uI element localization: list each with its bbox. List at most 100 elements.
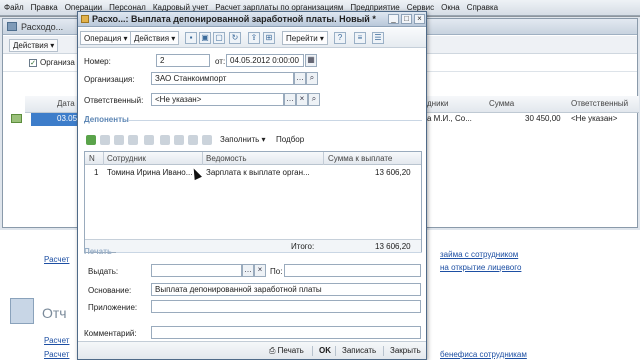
actions-menu-button[interactable]: Действия ▾ (130, 31, 180, 45)
col-date[interactable]: Дата (57, 99, 75, 108)
copy-row-icon[interactable] (100, 135, 110, 145)
close-button[interactable]: Закрыть (387, 345, 424, 356)
org-filter-checkbox[interactable]: ✓ (29, 59, 37, 67)
deponents-table-header: N Сотрудник Ведомость Сумма к выплате (85, 152, 421, 165)
end-edit-icon[interactable] (144, 135, 154, 145)
attachment-label: Приложение: (88, 303, 138, 312)
deposited-salary-payment-form: Расхо...: Выплата депонированной заработ… (77, 11, 427, 360)
printer-icon: ⎙ (269, 346, 276, 355)
column-separator (103, 152, 104, 165)
deponents-table: N Сотрудник Ведомость Сумма к выплате 1 … (84, 151, 422, 253)
row-date: 03.05 (57, 114, 78, 123)
total-label: Итого: (291, 242, 315, 251)
column-separator (202, 152, 203, 165)
post-icon[interactable]: ▣ (199, 32, 211, 44)
menu-help[interactable]: Справка (467, 3, 498, 12)
calendar-icon[interactable]: ▦ (305, 54, 317, 67)
date-label: от: (215, 57, 226, 66)
menu-edit[interactable]: Правка (31, 3, 58, 12)
posted-document-icon (11, 114, 22, 123)
list-window-title: Расходо... (21, 22, 64, 32)
move-down-icon[interactable] (174, 135, 184, 145)
based-on-icon[interactable]: ⇪ (248, 32, 260, 44)
structure-icon[interactable]: ⊞ (263, 32, 275, 44)
col-num[interactable]: N (89, 154, 95, 163)
save-icon[interactable]: ▪ (185, 32, 197, 44)
document-icon (7, 22, 17, 31)
movements-icon[interactable]: ≡ (354, 32, 366, 44)
link-open-account[interactable]: на открытие лицевого (440, 263, 521, 272)
comment-label: Комментарий: (84, 329, 137, 338)
sort-desc-icon[interactable] (202, 135, 212, 145)
issue-select-button[interactable]: … (242, 264, 254, 277)
comment-input[interactable] (151, 326, 421, 339)
col-responsible[interactable]: Ответственный (571, 99, 628, 108)
select-button[interactable]: Подбор (276, 135, 304, 144)
print-section-title: Печать (84, 247, 112, 256)
attachment-input[interactable] (151, 300, 421, 313)
help-icon[interactable]: ? (334, 32, 346, 44)
organization-input[interactable]: ЗАО Станкоимпорт (151, 72, 294, 85)
date-input[interactable]: 04.05.2012 0:00:00 (226, 54, 304, 67)
form-title: Расхо...: Выплата депонированной заработ… (92, 14, 376, 24)
button-separator (335, 346, 336, 356)
print-button[interactable]: ⎙ Печать (266, 345, 307, 357)
refresh-icon[interactable]: ↻ (229, 32, 241, 44)
col-employee[interactable]: Сотрудник (107, 154, 146, 163)
sort-asc-icon[interactable] (188, 135, 198, 145)
col-amount[interactable]: Сумма (489, 99, 514, 108)
org-filter-label: Организа (40, 58, 75, 67)
number-label: Номер: (84, 57, 111, 66)
col-statement[interactable]: Ведомость (206, 154, 247, 163)
organization-label: Организация: (84, 75, 135, 84)
list-view-icon[interactable]: ☰ (372, 32, 384, 44)
responsible-open-icon[interactable]: ⌕ (308, 93, 320, 106)
responsible-select-button[interactable]: … (284, 93, 296, 106)
edit-row-icon[interactable] (114, 135, 124, 145)
by-input[interactable] (284, 264, 421, 277)
delete-row-icon[interactable] (128, 135, 138, 145)
link-calc-1[interactable]: Расчет (44, 255, 69, 264)
col-amount[interactable]: Сумма к выплате (328, 154, 392, 163)
button-separator (383, 346, 384, 356)
save-button[interactable]: Записать (339, 345, 379, 356)
menu-windows[interactable]: Окна (441, 3, 460, 12)
number-input[interactable]: 2 (156, 54, 210, 67)
basis-label: Основание: (88, 286, 132, 295)
operation-menu-button[interactable]: Операция ▾ (80, 31, 132, 45)
row-employee: Томина Ирина Ивано... (107, 168, 193, 177)
goto-menu-button[interactable]: Перейти ▾ (282, 31, 328, 45)
responsible-input[interactable]: <Не указан> (151, 93, 284, 106)
unpost-icon[interactable]: ▢ (213, 32, 225, 44)
section-divider (116, 252, 422, 253)
issue-clear-icon[interactable]: × (254, 264, 266, 277)
move-up-icon[interactable] (160, 135, 170, 145)
row-statement: Зарплата к выплате орган... (206, 168, 310, 177)
table-row[interactable]: 1 Томина Ирина Ивано... Зарплата к выпла… (85, 166, 421, 179)
list-actions-button[interactable]: Действия ▾ (9, 39, 59, 52)
basis-input[interactable]: Выплата депонированной заработной платы (151, 283, 421, 296)
ok-button[interactable]: OK (316, 345, 334, 356)
link-calc-3[interactable]: Расчет (44, 350, 69, 359)
issue-input[interactable] (151, 264, 242, 277)
organization-open-icon[interactable]: ⌕ (306, 72, 318, 85)
organization-select-button[interactable]: … (294, 72, 306, 85)
responsible-label: Ответственный: (84, 96, 144, 105)
col-employee[interactable]: дники (427, 99, 449, 108)
responsible-clear-icon[interactable]: × (296, 93, 308, 106)
add-row-icon[interactable] (86, 135, 96, 145)
menu-file[interactable]: Файл (4, 3, 24, 12)
deponents-toolbar: Заполнить ▾ Подбор (84, 134, 422, 148)
minimize-icon[interactable]: _ (388, 14, 399, 24)
total-value: 13 606,20 (375, 242, 411, 251)
link-calc-2[interactable]: Расчет (44, 336, 69, 345)
link-benefit-employees[interactable]: бенефиса сотрудникам (440, 350, 527, 359)
row-employee: а М.И., Со... (427, 114, 472, 123)
form-titlebar: Расхо...: Выплата депонированной заработ… (78, 12, 426, 27)
link-loan-agreement[interactable]: займа с сотрудником (440, 250, 518, 259)
button-separator (312, 346, 313, 356)
close-icon[interactable]: × (414, 14, 425, 24)
maximize-icon[interactable]: □ (401, 14, 412, 24)
row-num: 1 (94, 168, 99, 177)
fill-button[interactable]: Заполнить ▾ (220, 135, 266, 144)
